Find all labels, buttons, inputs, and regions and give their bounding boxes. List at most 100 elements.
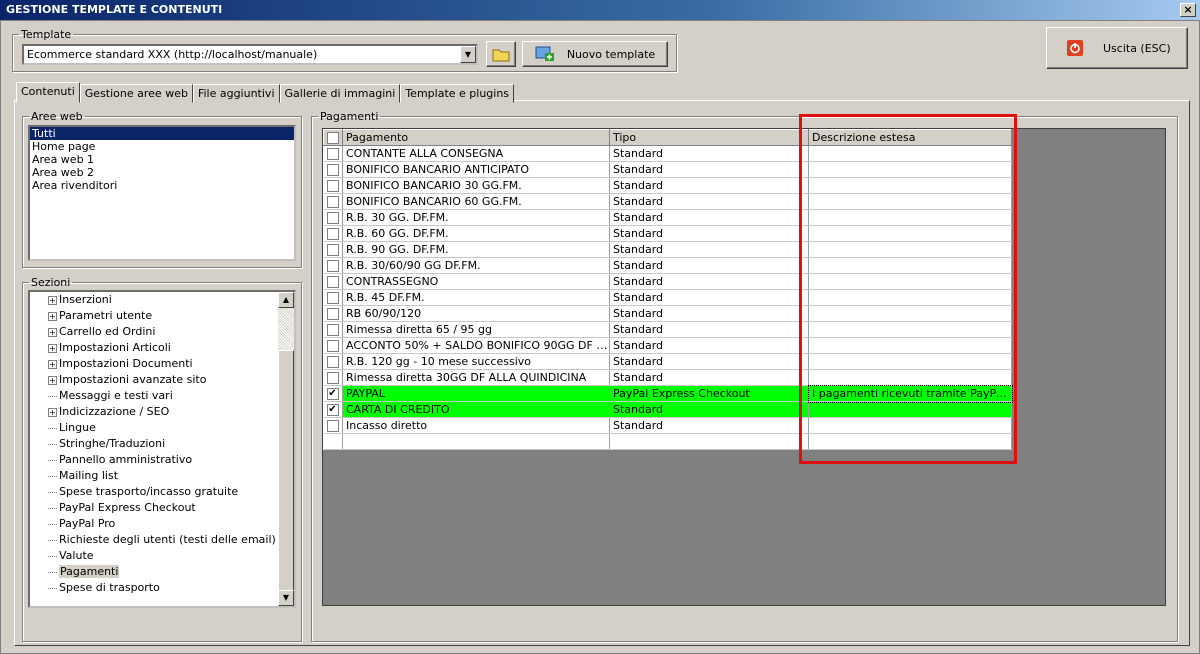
checkbox-icon[interactable]: ✔ xyxy=(326,388,339,400)
cell-pagamento[interactable]: R.B. 60 GG. DF.FM. xyxy=(342,225,610,242)
cell-tipo[interactable]: Standard xyxy=(609,209,809,226)
cell-pagamento[interactable]: BONIFICO BANCARIO 30 GG.FM. xyxy=(342,177,610,194)
template-select[interactable]: Ecommerce standard XXX (http://localhost… xyxy=(22,44,478,65)
cell-tipo[interactable]: Standard xyxy=(609,241,809,258)
scroll-down-icon[interactable]: ▼ xyxy=(278,590,294,606)
checkbox-icon[interactable] xyxy=(326,164,339,176)
tree-item[interactable]: Mailing list xyxy=(48,468,278,484)
cell-tipo[interactable]: Standard xyxy=(609,145,809,162)
row-checkbox-cell[interactable] xyxy=(323,145,343,162)
plus-icon[interactable]: + xyxy=(48,359,57,369)
tree-item[interactable]: Lingue xyxy=(48,420,278,436)
list-item[interactable]: Area web 2 xyxy=(30,166,294,179)
plus-icon[interactable]: + xyxy=(48,327,57,337)
row-checkbox-cell[interactable] xyxy=(323,225,343,242)
column-header-pagamento[interactable]: Pagamento xyxy=(342,129,610,146)
checkbox-icon[interactable] xyxy=(326,356,339,368)
plus-icon[interactable]: + xyxy=(48,311,57,321)
dropdown-arrow-icon[interactable]: ▼ xyxy=(460,46,476,63)
tree-item[interactable]: + Impostazioni Articoli xyxy=(48,340,278,356)
checkbox-icon[interactable] xyxy=(326,308,339,320)
tree-item[interactable]: PayPal Pro xyxy=(48,516,278,532)
cell-pagamento[interactable]: PAYPAL xyxy=(342,385,610,402)
list-item[interactable]: Home page xyxy=(30,140,294,153)
checkbox-icon[interactable] xyxy=(326,260,339,272)
checkbox-icon[interactable] xyxy=(326,340,339,352)
cell-tipo[interactable]: PayPal Express Checkout xyxy=(609,385,809,402)
empty-cell[interactable] xyxy=(323,433,343,450)
row-checkbox-cell[interactable] xyxy=(323,305,343,322)
cell-pagamento[interactable]: R.B. 45 DF.FM. xyxy=(342,289,610,306)
row-checkbox-cell[interactable] xyxy=(323,177,343,194)
row-checkbox-cell[interactable] xyxy=(323,193,343,210)
row-checkbox-cell[interactable] xyxy=(323,353,343,370)
checkbox-icon[interactable] xyxy=(327,132,339,144)
cell-tipo[interactable]: Standard xyxy=(609,193,809,210)
tree-item[interactable]: Pagamenti xyxy=(48,564,278,580)
checkbox-icon[interactable] xyxy=(326,180,339,192)
cell-pagamento[interactable]: CONTANTE ALLA CONSEGNA xyxy=(342,145,610,162)
cell-tipo[interactable]: Standard xyxy=(609,289,809,306)
cell-tipo[interactable]: Standard xyxy=(609,161,809,178)
tree-item[interactable]: PayPal Express Checkout xyxy=(48,500,278,516)
cell-tipo[interactable]: Standard xyxy=(609,369,809,386)
checkbox-icon[interactable] xyxy=(326,228,339,240)
row-checkbox-cell[interactable] xyxy=(323,161,343,178)
row-checkbox-cell[interactable] xyxy=(323,337,343,354)
aree-web-list[interactable]: Tutti Home page Area web 1 Area web 2 Ar… xyxy=(28,125,296,261)
cell-tipo[interactable]: Standard xyxy=(609,417,809,434)
sezioni-tree[interactable]: + Inserzioni + Parametri utente + Carrello ed… xyxy=(28,290,296,608)
tree-item[interactable]: Valute xyxy=(48,548,278,564)
row-checkbox-cell[interactable] xyxy=(323,289,343,306)
cell-pagamento[interactable]: CONTRASSEGNO xyxy=(342,273,610,290)
row-checkbox-cell[interactable] xyxy=(323,257,343,274)
new-template-button[interactable]: Nuovo template xyxy=(522,41,668,67)
cell-pagamento[interactable]: Rimessa diretta 30GG DF ALLA QUINDICINA xyxy=(342,369,610,386)
tab-file-aggiuntivi[interactable]: File aggiuntivi xyxy=(192,84,280,103)
tree-item[interactable]: + Indicizzazione / SEO xyxy=(48,404,278,420)
cell-pagamento[interactable]: CARTA DI CREDITO xyxy=(342,401,610,418)
row-checkbox-cell[interactable]: ✔ xyxy=(323,401,343,418)
cell-pagamento[interactable]: R.B. 120 gg - 10 mese successivo xyxy=(342,353,610,370)
cell-tipo[interactable]: Standard xyxy=(609,353,809,370)
cell-pagamento[interactable]: Rimessa diretta 65 / 95 gg xyxy=(342,321,610,338)
cell-tipo[interactable]: Standard xyxy=(609,225,809,242)
checkbox-icon[interactable] xyxy=(326,196,339,208)
tree-item[interactable]: Richieste degli utenti (testi delle emai… xyxy=(48,532,278,548)
tree-item[interactable]: + Inserzioni xyxy=(48,292,278,308)
cell-tipo[interactable]: Standard xyxy=(609,273,809,290)
cell-tipo[interactable]: Standard xyxy=(609,177,809,194)
row-checkbox-cell[interactable] xyxy=(323,241,343,258)
scroll-up-icon[interactable]: ▲ xyxy=(278,292,294,308)
scroll-thumb[interactable] xyxy=(278,350,294,606)
row-checkbox-cell[interactable]: ✔ xyxy=(323,385,343,402)
tree-item[interactable]: + Impostazioni avanzate sito xyxy=(48,372,278,388)
exit-button[interactable]: Uscita (ESC) xyxy=(1046,27,1188,69)
plus-icon[interactable]: + xyxy=(48,343,57,353)
empty-cell[interactable] xyxy=(342,433,610,450)
header-checkbox-cell[interactable] xyxy=(323,129,343,146)
checkbox-icon[interactable] xyxy=(326,324,339,336)
checkbox-icon[interactable] xyxy=(326,420,339,432)
cell-tipo[interactable]: Standard xyxy=(609,337,809,354)
list-item[interactable]: Tutti xyxy=(30,127,294,140)
cell-pagamento[interactable]: R.B. 90 GG. DF.FM. xyxy=(342,241,610,258)
tab-contenuti[interactable]: Contenuti xyxy=(16,82,80,103)
row-checkbox-cell[interactable] xyxy=(323,209,343,226)
checkbox-icon[interactable] xyxy=(326,148,339,160)
row-checkbox-cell[interactable] xyxy=(323,273,343,290)
tree-item[interactable]: Pannello amministrativo xyxy=(48,452,278,468)
tab-template-plugins[interactable]: Template e plugins xyxy=(400,84,515,103)
tree-item[interactable]: + Parametri utente xyxy=(48,308,278,324)
empty-cell[interactable] xyxy=(609,433,809,450)
plus-icon[interactable]: + xyxy=(48,375,57,385)
tab-gallerie-immagini[interactable]: Gallerie di immagini xyxy=(279,84,401,103)
cell-pagamento[interactable]: R.B. 30/60/90 GG DF.FM. xyxy=(342,257,610,274)
cell-pagamento[interactable]: R.B. 30 GG. DF.FM. xyxy=(342,209,610,226)
tree-item[interactable]: Spese trasporto/incasso gratuite xyxy=(48,484,278,500)
column-header-tipo[interactable]: Tipo xyxy=(609,129,809,146)
cell-tipo[interactable]: Standard xyxy=(609,257,809,274)
cell-pagamento[interactable]: RB 60/90/120 xyxy=(342,305,610,322)
checkbox-icon[interactable] xyxy=(326,276,339,288)
row-checkbox-cell[interactable] xyxy=(323,417,343,434)
